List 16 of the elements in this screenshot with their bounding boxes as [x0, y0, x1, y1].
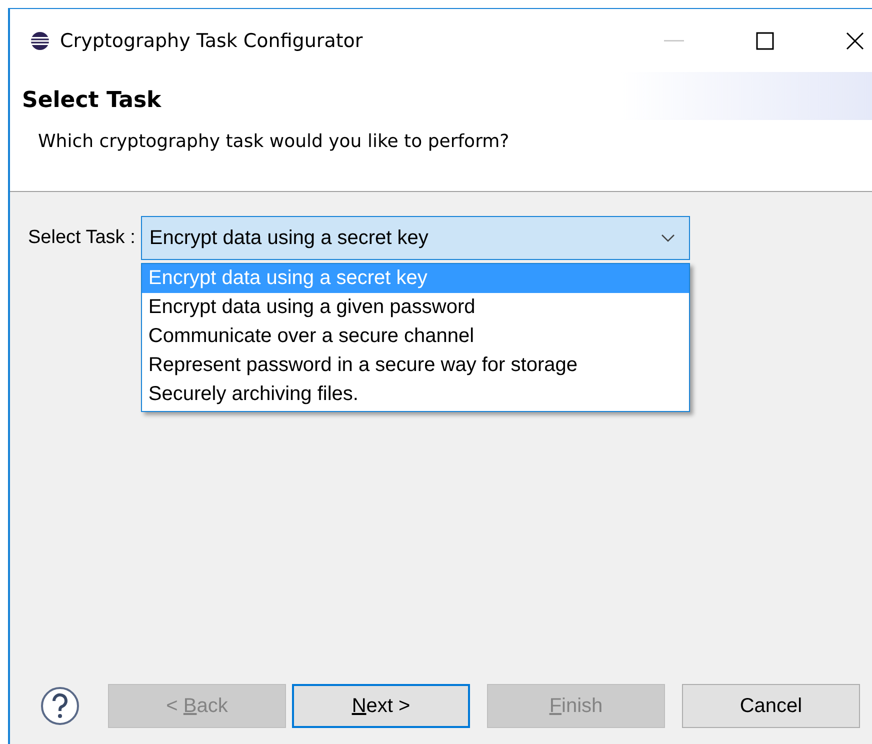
wizard-button[interactable]: Next > [292, 684, 470, 728]
close-icon[interactable] [846, 32, 864, 50]
dropdown-option[interactable]: Encrypt data using a given password [142, 293, 690, 322]
field-label: Select Task : [28, 226, 136, 250]
dropdown-option[interactable]: Securely archiving files. [142, 380, 690, 409]
task-dropdown[interactable]: Encrypt data using a secret key [141, 216, 690, 260]
dropdown-option[interactable]: Communicate over a secure channel [142, 322, 690, 351]
chevron-down-icon [661, 234, 676, 242]
app-icon [30, 30, 50, 50]
page-title: Select Task [22, 88, 162, 113]
wizard-button[interactable]: Cancel [682, 684, 860, 728]
window-title: Cryptography Task Configurator [60, 30, 363, 52]
page-description: Which cryptography task would you like to perform? [38, 131, 510, 152]
dropdown-option[interactable]: Represent password in a secure way for storage [142, 351, 690, 380]
help-icon[interactable] [40, 686, 80, 726]
maximize-icon[interactable] [756, 32, 774, 50]
